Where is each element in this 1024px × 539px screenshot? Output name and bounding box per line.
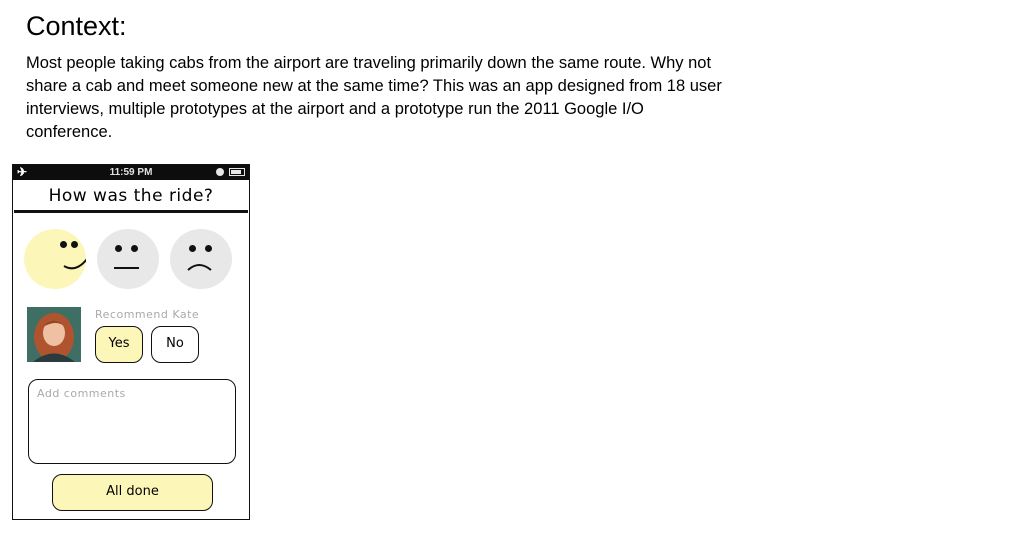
recommend-label: Recommend Kate (95, 308, 200, 321)
neutral-face-rating[interactable] (97, 229, 159, 289)
comments-field[interactable]: Add comments (28, 379, 236, 464)
status-icons (216, 168, 245, 176)
all-done-button[interactable]: All done (52, 474, 213, 511)
phone-mockup: ✈ 11:59 PM How was the ride? Recommend K… (12, 164, 250, 520)
status-bar: ✈ 11:59 PM (13, 165, 249, 180)
lock-icon (216, 168, 224, 176)
status-time: 11:59 PM (109, 167, 153, 178)
battery-icon (229, 168, 245, 176)
avatar (27, 307, 81, 362)
smile-icon (63, 258, 86, 270)
context-title: Context: (26, 11, 127, 41)
profile-photo (27, 307, 81, 362)
flat-mouth-icon (114, 267, 139, 269)
context-description: Most people taking cabs from the airport… (26, 54, 722, 141)
sad-face-rating[interactable] (170, 229, 232, 289)
no-button[interactable]: No (151, 326, 199, 363)
happy-face-rating[interactable] (24, 229, 86, 289)
yes-button[interactable]: Yes (95, 326, 143, 363)
page-title: How was the ride? (14, 180, 248, 213)
frown-icon (187, 264, 212, 271)
